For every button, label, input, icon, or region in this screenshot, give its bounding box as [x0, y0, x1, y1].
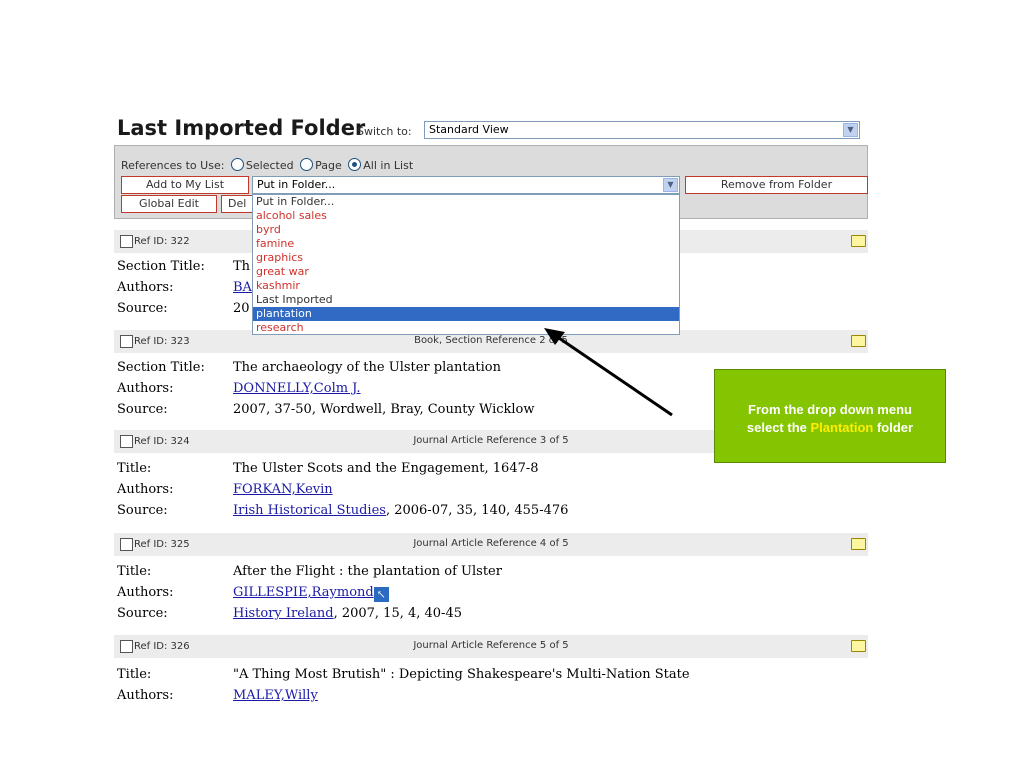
- dropdown-option-byrd[interactable]: byrd: [253, 223, 679, 237]
- dropdown-option-plantation[interactable]: plantation: [253, 307, 679, 321]
- field-label: Title:: [117, 461, 152, 476]
- page-title: Last Imported Folder: [117, 116, 366, 140]
- dropdown-option-great-war[interactable]: great war: [253, 265, 679, 279]
- dropdown-option-alcohol-sales[interactable]: alcohol sales: [253, 209, 679, 223]
- reference-type-label: Journal Article Reference 4 of 5: [413, 538, 569, 549]
- reference-details: Section Title: The archaeology of the Uls…: [117, 357, 535, 420]
- folder-icon[interactable]: [851, 538, 866, 550]
- dropdown-option-last-imported[interactable]: Last Imported: [253, 293, 679, 307]
- field-label: Source:: [117, 606, 168, 621]
- view-select-value: Standard View: [429, 123, 509, 136]
- field-value: After the Flight : the plantation of Uls…: [233, 564, 502, 579]
- dropdown-option-put-in-folder[interactable]: Put in Folder...: [253, 195, 679, 209]
- reference-details: Section Title: Th Authors: BA Source: 20: [117, 256, 252, 319]
- reference-details: Title: "A Thing Most Brutish" : Depicting…: [117, 664, 690, 706]
- radio-all-in-list[interactable]: [348, 158, 362, 171]
- journal-link[interactable]: Irish Historical Studies: [233, 503, 386, 518]
- switch-to-label: Switch to:: [357, 125, 412, 138]
- chevron-down-icon[interactable]: ▼: [843, 123, 858, 137]
- field-value: 2007, 37-50, Wordwell, Bray, County Wick…: [233, 402, 535, 417]
- field-label: Authors:: [117, 381, 174, 396]
- radio-all-in-list-label: All in List: [363, 159, 414, 172]
- callout-line-2: select the Plantation folder: [715, 419, 945, 437]
- author-link[interactable]: GILLESPIE,Raymond: [233, 585, 374, 600]
- field-value: The archaeology of the Ulster plantation: [233, 360, 501, 375]
- field-label: Title:: [117, 564, 152, 579]
- view-select[interactable]: Standard View ▼: [424, 121, 860, 139]
- put-in-folder-select[interactable]: Put in Folder... ▼: [252, 176, 680, 194]
- reference-header: Ref ID: 326 Journal Article Reference 5 …: [114, 635, 868, 658]
- dropdown-option-graphics[interactable]: graphics: [253, 251, 679, 265]
- field-label: Source:: [117, 301, 168, 316]
- dropdown-option-research[interactable]: research: [253, 321, 679, 335]
- dropdown-option-famine[interactable]: famine: [253, 237, 679, 251]
- ref-id: Ref ID: 322: [134, 236, 190, 247]
- folder-icon[interactable]: [851, 335, 866, 347]
- author-link[interactable]: BA: [233, 280, 252, 295]
- global-edit-button[interactable]: Global Edit: [121, 195, 217, 213]
- reference-checkbox[interactable]: [120, 235, 133, 248]
- author-link[interactable]: FORKAN,Kevin: [233, 482, 333, 497]
- field-label: Section Title:: [117, 259, 205, 274]
- author-link[interactable]: DONNELLY,Colm J.: [233, 381, 361, 396]
- callout-suffix: folder: [876, 420, 914, 435]
- radio-page[interactable]: [300, 158, 314, 171]
- radio-selected[interactable]: [230, 158, 244, 171]
- folder-dropdown-list[interactable]: Put in Folder... alcohol sales byrd fami…: [252, 194, 680, 335]
- dropdown-option-kashmir[interactable]: kashmir: [253, 279, 679, 293]
- references-to-use-label: References to Use:: [121, 159, 225, 172]
- radio-selected-label: Selected: [245, 159, 294, 172]
- callout-prefix: select the: [746, 420, 807, 435]
- callout-highlight: Plantation: [810, 420, 874, 435]
- folder-icon[interactable]: [851, 235, 866, 247]
- field-value: , 2006-07, 35, 140, 455-476: [385, 503, 569, 518]
- field-label: Authors:: [117, 688, 174, 703]
- field-value: The Ulster Scots and the Engagement, 164…: [233, 461, 539, 476]
- field-value: , 2007, 15, 4, 40-45: [333, 606, 462, 621]
- field-value: "A Thing Most Brutish" : Depicting Shake…: [233, 667, 690, 682]
- reference-details: Title: The Ulster Scots and the Engagemen…: [117, 458, 568, 521]
- field-label: Source:: [117, 503, 168, 518]
- references-to-use: References to Use: Selected Page All in …: [121, 158, 413, 172]
- field-label: Section Title:: [117, 360, 205, 375]
- reference-type-label: Journal Article Reference 5 of 5: [413, 640, 569, 651]
- instruction-callout: From the drop down menu select the Plant…: [714, 369, 946, 463]
- field-label: Title:: [117, 667, 152, 682]
- journal-link[interactable]: History Ireland: [233, 606, 334, 621]
- put-in-folder-value: Put in Folder...: [257, 178, 336, 191]
- reference-type-label: Book, Section Reference 2 of 5: [414, 335, 568, 346]
- callout-line-1: From the drop down menu: [748, 402, 912, 417]
- field-label: Authors:: [117, 585, 174, 600]
- chevron-down-icon[interactable]: ▼: [663, 178, 678, 192]
- reference-details: Title: After the Flight : the plantation …: [117, 561, 502, 624]
- external-link-icon[interactable]: ↖: [373, 587, 389, 602]
- field-value: 20: [233, 301, 250, 316]
- field-label: Authors:: [117, 280, 174, 295]
- field-label: Authors:: [117, 482, 174, 497]
- reference-header: Ref ID: 325 Journal Article Reference 4 …: [114, 533, 868, 556]
- folder-icon[interactable]: [851, 640, 866, 652]
- author-link[interactable]: MALEY,Willy: [233, 688, 318, 703]
- add-to-my-list-button[interactable]: Add to My List: [121, 176, 249, 194]
- radio-page-label: Page: [315, 159, 342, 172]
- remove-from-folder-button[interactable]: Remove from Folder: [685, 176, 868, 194]
- field-value: Th: [233, 259, 251, 274]
- field-label: Source:: [117, 402, 168, 417]
